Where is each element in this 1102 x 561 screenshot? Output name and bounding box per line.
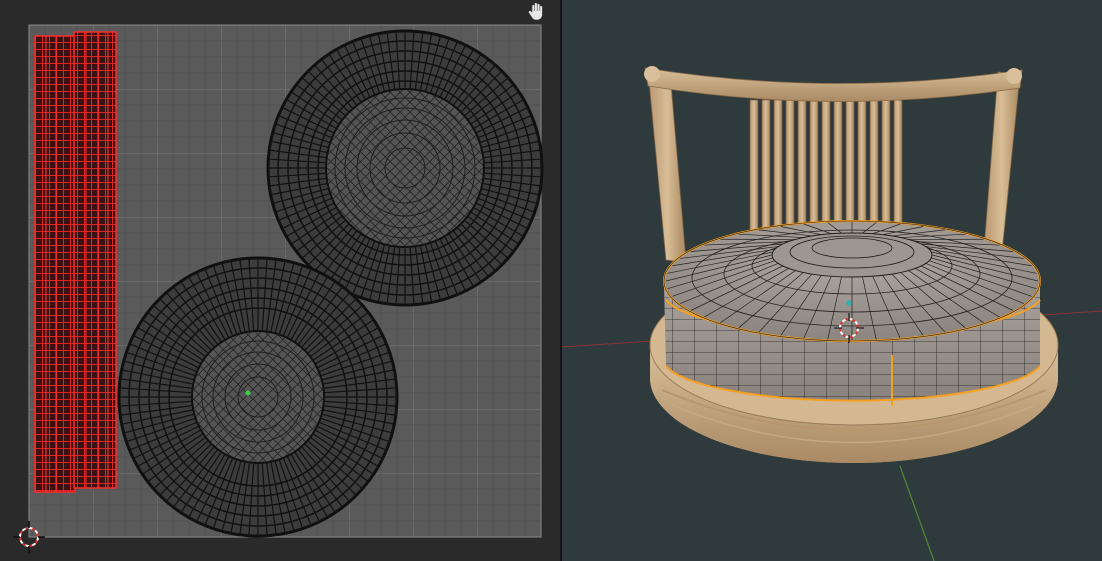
uv-pivot-dot (245, 390, 251, 396)
selected-uv-islands[interactable] (34, 31, 117, 493)
chair-cushion[interactable] (663, 220, 1041, 406)
uv-editor-panel[interactable] (0, 0, 560, 561)
y-axis-line (899, 465, 935, 561)
3d-viewport-panel[interactable] (562, 0, 1102, 561)
uv-island-disc-top[interactable] (266, 29, 544, 307)
uv-editor-canvas[interactable] (0, 0, 560, 561)
viewport-canvas[interactable] (562, 0, 1102, 561)
chair-left-post[interactable] (647, 69, 687, 263)
chair-top-rail[interactable] (644, 67, 1023, 102)
hand-icon[interactable] (526, 0, 548, 22)
object-origin-icon (846, 300, 852, 306)
uv-island-disc-bottom[interactable] (117, 256, 399, 538)
chair-model[interactable] (644, 66, 1059, 463)
chair-right-post[interactable] (983, 71, 1021, 253)
chair-back-slats[interactable] (749, 99, 903, 241)
